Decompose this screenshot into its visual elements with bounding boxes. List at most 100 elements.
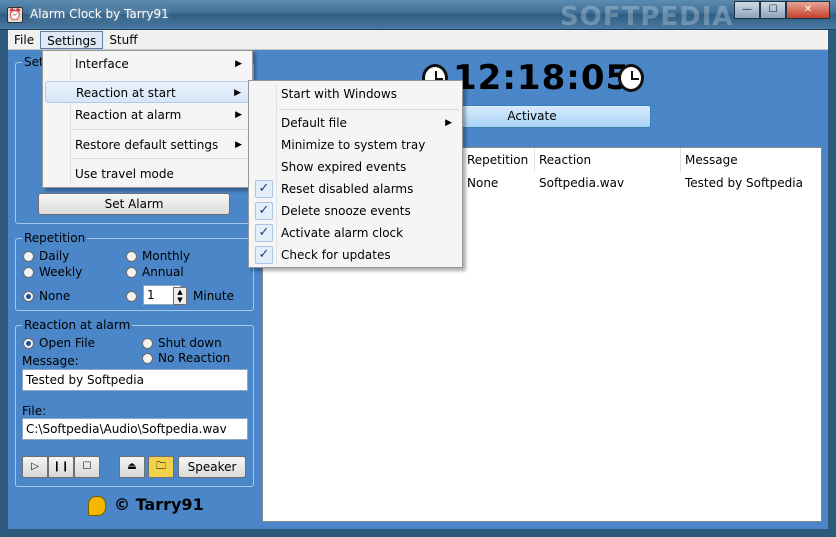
menu-separator: [279, 109, 459, 110]
repetition-monthly-option[interactable]: Monthly: [126, 249, 190, 263]
file-path-input[interactable]: C:\Softpedia\Audio\Softpedia.wav: [22, 418, 248, 440]
menu-item-travel-mode[interactable]: Use travel mode: [45, 163, 250, 185]
menu-item-check-updates[interactable]: ✓ Check for updates: [251, 244, 460, 266]
cell-message[interactable]: Tested by Softpedia: [681, 172, 803, 194]
shut-down-label: Shut down: [158, 336, 222, 350]
close-button[interactable]: ✕: [786, 1, 830, 19]
pause-button[interactable]: ❙❙: [48, 456, 74, 478]
reaction-at-alarm-group: Reaction at alarm Open File Shut down No…: [15, 318, 254, 487]
show-expired-label: Show expired events: [281, 160, 407, 174]
submenu-arrow-icon: ▶: [235, 59, 242, 69]
settings-dropdown-menu: Interface ▶ Reaction at start ▶ Reaction a…: [42, 50, 253, 188]
alarm-clock-app-icon: ⏰: [7, 7, 23, 23]
eject-icon[interactable]: ⏏: [119, 456, 145, 478]
radio-icon: [142, 338, 153, 349]
daily-label: Daily: [39, 249, 70, 263]
menu-item-default-file[interactable]: Default file ▶: [251, 112, 460, 134]
menu-item-minimize-to-tray[interactable]: Minimize to system tray: [251, 134, 460, 156]
menu-file[interactable]: File: [8, 31, 40, 49]
radio-icon: [142, 353, 153, 364]
repetition-none-option[interactable]: None: [23, 289, 70, 303]
copyright-text: © Tarry91: [114, 495, 204, 514]
reaction-no-reaction-option[interactable]: No Reaction: [142, 351, 230, 365]
column-header-repetition[interactable]: Repetition: [463, 148, 535, 172]
reset-disabled-label: Reset disabled alarms: [281, 182, 414, 196]
interface-label: Interface: [75, 57, 129, 71]
submenu-arrow-icon: ▶: [234, 88, 241, 98]
start-with-windows-label: Start with Windows: [281, 87, 397, 101]
open-file-label: Open File: [39, 336, 95, 350]
play-button[interactable]: ▷: [22, 456, 48, 478]
repetition-weekly-option[interactable]: Weekly: [23, 265, 82, 279]
checkmark-icon: ✓: [255, 180, 273, 198]
reaction-shut-down-option[interactable]: Shut down: [142, 336, 222, 350]
watermark-logo: SOFTPEDIA: [560, 2, 734, 32]
submenu-arrow-icon: ▶: [445, 118, 452, 128]
column-header-reaction[interactable]: Reaction: [535, 148, 681, 172]
minimize-button[interactable]: —: [734, 1, 760, 19]
submenu-arrow-icon: ▶: [235, 140, 242, 150]
current-time: 12:18:05: [453, 58, 631, 98]
minute-unit-label: Minute: [193, 289, 234, 303]
set-alarm-button[interactable]: Set Alarm: [38, 193, 230, 215]
menu-stuff[interactable]: Stuff: [103, 31, 143, 49]
menu-item-activate-alarm[interactable]: ✓ Activate alarm clock: [251, 222, 460, 244]
menu-settings[interactable]: Settings: [40, 30, 104, 49]
menu-item-reaction-at-start[interactable]: Reaction at start ▶: [45, 81, 250, 103]
window-title: Alarm Clock by Tarry91: [30, 7, 169, 21]
check-updates-label: Check for updates: [281, 248, 391, 262]
travel-mode-label: Use travel mode: [75, 167, 174, 181]
speaker-button[interactable]: Speaker: [178, 456, 246, 478]
repetition-annual-option[interactable]: Annual: [126, 265, 184, 279]
radio-selected-icon: [23, 291, 34, 302]
radio-icon: [23, 251, 34, 262]
cell-repetition[interactable]: None: [463, 172, 498, 194]
activate-alarm-label: Activate alarm clock: [281, 226, 404, 240]
radio-icon: [126, 267, 137, 278]
menu-item-start-with-windows[interactable]: Start with Windows: [251, 83, 460, 105]
title-bar: ⏰ Alarm Clock by Tarry91 SOFTPEDIA — ☐ ✕: [0, 0, 836, 32]
reaction-label: Reaction at alarm: [22, 318, 133, 332]
footer-credit: © Tarry91: [88, 495, 204, 516]
radio-icon: [126, 251, 137, 262]
menu-bar: File Settings Stuff: [8, 30, 828, 50]
repetition-custom-option[interactable]: [126, 289, 142, 303]
reaction-open-file-option[interactable]: Open File: [23, 336, 95, 350]
restore-defaults-label: Restore default settings: [75, 138, 219, 152]
browse-file-icon[interactable]: 🗀: [148, 456, 174, 478]
menu-item-delete-snooze[interactable]: ✓ Delete snooze events: [251, 200, 460, 222]
menu-item-reaction-at-alarm[interactable]: Reaction at alarm ▶: [45, 104, 250, 126]
monthly-label: Monthly: [142, 249, 191, 263]
checkmark-icon: ✓: [255, 224, 273, 242]
none-label: None: [39, 289, 71, 303]
alarm-clock-icon-right: [618, 64, 644, 92]
reaction-at-start-label: Reaction at start: [76, 86, 176, 100]
menu-item-reset-disabled[interactable]: ✓ Reset disabled alarms: [251, 178, 460, 200]
cell-reaction[interactable]: Softpedia.wav: [535, 172, 624, 194]
file-label: File:: [22, 404, 47, 418]
radio-icon: [126, 291, 137, 302]
no-reaction-label: No Reaction: [158, 351, 231, 365]
radio-icon: [23, 267, 34, 278]
tarry-logo-icon: [88, 495, 106, 516]
reaction-at-alarm-label: Reaction at alarm: [75, 108, 182, 122]
maximize-button[interactable]: ☐: [760, 1, 786, 19]
column-header-message[interactable]: Message: [681, 148, 821, 172]
menu-item-restore-defaults[interactable]: Restore default settings ▶: [45, 134, 250, 156]
submenu-arrow-icon: ▶: [235, 110, 242, 120]
menu-separator: [73, 158, 248, 159]
annual-label: Annual: [142, 265, 184, 279]
weekly-label: Weekly: [39, 265, 83, 279]
checkmark-icon: ✓: [255, 246, 273, 264]
message-label: Message:: [22, 354, 79, 368]
stop-button[interactable]: ☐: [74, 456, 100, 478]
repetition-group: Repetition Daily Monthly Weekly Annual N…: [15, 231, 254, 311]
message-input[interactable]: Tested by Softpedia: [22, 369, 248, 391]
repetition-daily-option[interactable]: Daily: [23, 249, 69, 263]
menu-item-interface[interactable]: Interface ▶: [45, 53, 250, 75]
radio-selected-icon: [23, 338, 34, 349]
interval-spinner[interactable]: ▲ ▼: [173, 287, 187, 305]
checkmark-icon: ✓: [255, 202, 273, 220]
default-file-label: Default file: [281, 116, 347, 130]
menu-item-show-expired[interactable]: Show expired events: [251, 156, 460, 178]
